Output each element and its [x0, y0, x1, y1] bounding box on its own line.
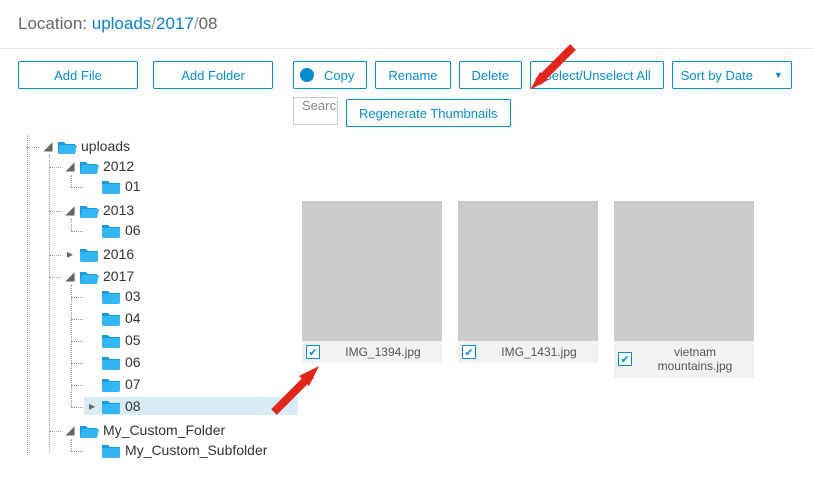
folder-icon	[101, 443, 121, 458]
tree-node-04[interactable]: 04	[84, 309, 298, 327]
folder-open-icon	[79, 269, 99, 284]
tree-node-06b[interactable]: 06	[84, 353, 298, 371]
thumbnail-image	[614, 201, 754, 341]
tree-node-2013[interactable]: ◢2013	[62, 201, 298, 219]
tree-node-03[interactable]: 03	[84, 287, 298, 305]
folder-open-icon	[79, 159, 99, 174]
triangle-right-icon: ▸	[87, 399, 97, 413]
checkbox-checked-icon[interactable]: ✔	[306, 345, 320, 359]
checkbox-checked-icon[interactable]: ✔	[618, 352, 632, 366]
location-bar: Location: uploads/2017/08	[0, 0, 814, 49]
location-crumb-uploads[interactable]: uploads	[92, 14, 152, 33]
triangle-down-icon: ◢	[65, 269, 75, 283]
tree-node-custom-sub[interactable]: My_Custom_Subfolder	[84, 441, 298, 459]
folder-icon	[101, 179, 121, 194]
regenerate-thumbnails-button[interactable]: Regenerate Thumbnails	[346, 99, 511, 127]
location-crumb-08: 08	[199, 14, 218, 33]
folder-icon	[101, 223, 121, 238]
triangle-down-icon: ◢	[65, 159, 75, 173]
folder-open-icon	[57, 139, 77, 154]
file-name: IMG_1431.jpg	[484, 345, 594, 359]
tree-node-custom[interactable]: ◢My_Custom_Folder	[62, 421, 298, 439]
rename-button[interactable]: Rename	[375, 61, 450, 89]
copy-button[interactable]: Copy	[293, 61, 367, 89]
tree-node-2017[interactable]: ◢2017	[62, 267, 298, 285]
folder-tree: ◢uploads ◢2012 01 ◢2013 06 ▸2016 ◢2017	[18, 131, 298, 465]
file-name: vietnam mountains.jpg	[640, 345, 750, 374]
folder-open-icon	[79, 423, 99, 438]
file-item[interactable]: ✔ vietnam mountains.jpg	[614, 201, 754, 378]
folder-icon	[79, 247, 99, 262]
record-icon	[300, 68, 314, 82]
location-crumb-2017[interactable]: 2017	[156, 14, 194, 33]
triangle-down-icon: ◢	[65, 203, 75, 217]
select-all-button[interactable]: Select/Unselect All	[530, 61, 664, 89]
tree-node-07[interactable]: 07	[84, 375, 298, 393]
tree-node-01[interactable]: 01	[84, 177, 298, 195]
tree-node-uploads[interactable]: ◢uploads	[40, 137, 298, 155]
tree-node-06[interactable]: 06	[84, 221, 298, 239]
toolbar: Add File Add Folder Copy Rename Delete S…	[0, 49, 814, 127]
tree-node-2016[interactable]: ▸2016	[62, 245, 298, 263]
file-item[interactable]: ✔ IMG_1431.jpg	[458, 201, 598, 378]
sort-dropdown[interactable]: Sort by Date	[672, 61, 792, 89]
checkbox-checked-icon[interactable]: ✔	[462, 345, 476, 359]
thumbnail-image	[458, 201, 598, 341]
triangle-right-icon: ▸	[65, 247, 75, 261]
triangle-down-icon: ◢	[43, 139, 53, 153]
folder-icon	[101, 333, 121, 348]
add-file-button[interactable]: Add File	[18, 61, 138, 89]
folder-icon	[101, 311, 121, 326]
add-folder-button[interactable]: Add Folder	[153, 61, 273, 89]
tree-node-08[interactable]: ▸08	[84, 397, 298, 415]
folder-open-icon	[79, 203, 99, 218]
folder-icon	[101, 289, 121, 304]
file-name: IMG_1394.jpg	[328, 345, 438, 359]
location-label: Location:	[18, 14, 87, 33]
file-item[interactable]: ✔ IMG_1394.jpg	[302, 201, 442, 378]
thumbnail-image	[302, 201, 442, 341]
tree-node-2012[interactable]: ◢2012	[62, 157, 298, 175]
folder-icon	[101, 377, 121, 392]
folder-icon	[101, 355, 121, 370]
folder-icon	[101, 399, 121, 414]
search-input[interactable]: Search	[293, 97, 338, 125]
delete-button[interactable]: Delete	[459, 61, 523, 89]
file-grid: ✔ IMG_1394.jpg ✔ IMG_1431.jpg ✔ vietnam mou…	[298, 131, 814, 465]
triangle-down-icon: ◢	[65, 423, 75, 437]
tree-node-05[interactable]: 05	[84, 331, 298, 349]
